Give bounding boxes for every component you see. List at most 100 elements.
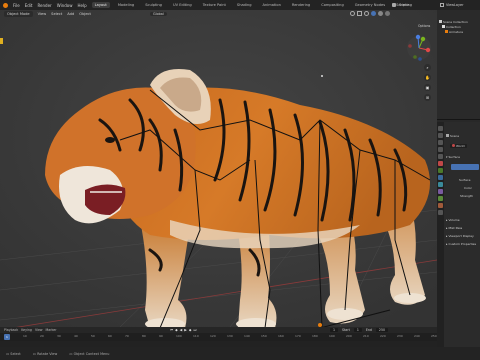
end-frame-field[interactable]: 250 bbox=[375, 328, 389, 332]
timeline-tick: 190 bbox=[329, 334, 335, 338]
status-context-menu: ▭ Object Context Menu bbox=[69, 352, 109, 356]
menu-window[interactable]: Window bbox=[57, 3, 73, 8]
timeline-tick: 220 bbox=[380, 334, 386, 338]
timeline-tick: 170 bbox=[295, 334, 301, 338]
timeline-tick: 90 bbox=[159, 334, 163, 338]
panel-mist-header[interactable]: ▸ Mist Pass bbox=[446, 226, 462, 230]
gizmo-z-icon[interactable] bbox=[415, 34, 421, 40]
constraints-tab-icon[interactable] bbox=[438, 189, 443, 194]
menu-select[interactable]: Select bbox=[51, 12, 62, 16]
menu-file[interactable]: File bbox=[13, 3, 20, 8]
prev-keyframe-icon[interactable]: ◆ bbox=[175, 328, 178, 332]
tab-layout[interactable]: Layout bbox=[91, 2, 110, 8]
transform-orientation[interactable]: Global bbox=[150, 11, 167, 17]
output-tab-icon[interactable] bbox=[438, 140, 443, 145]
panel-volume-header[interactable]: ▸ Volume bbox=[446, 218, 460, 222]
menu-add[interactable]: Add bbox=[67, 12, 74, 16]
armature-icon bbox=[445, 30, 448, 33]
tab-shading[interactable]: Shading bbox=[234, 2, 255, 8]
tab-sculpting[interactable]: Sculpting bbox=[142, 2, 165, 8]
jump-end-icon[interactable]: ⏭ bbox=[194, 328, 197, 332]
blender-logo-icon[interactable] bbox=[3, 2, 8, 8]
world-selector[interactable]: World bbox=[450, 144, 467, 148]
zoom-icon[interactable]: ⌕ bbox=[424, 64, 431, 71]
status-rotate-view: ▭ Rotate View bbox=[33, 352, 58, 356]
panel-custom-properties-header[interactable]: ▸ Custom Properties bbox=[446, 242, 476, 246]
outliner-row-collection[interactable]: Collection bbox=[442, 25, 461, 29]
tab-compositing[interactable]: Compositing bbox=[318, 2, 347, 8]
properties-editor[interactable]: Scene World ▾ Surface Surface Color Stre… bbox=[437, 122, 480, 347]
tool-tab-icon[interactable] bbox=[438, 126, 443, 131]
tab-geometry-nodes[interactable]: Geometry Nodes bbox=[352, 2, 388, 8]
options-menu[interactable]: Options bbox=[418, 24, 430, 28]
start-frame-field[interactable]: 1 bbox=[353, 328, 362, 332]
scene-breadcrumb: Scene bbox=[446, 134, 459, 138]
menu-help[interactable]: Help bbox=[77, 3, 86, 8]
tab-uv-editing[interactable]: UV Editing bbox=[170, 2, 195, 8]
view-layer-icon bbox=[440, 3, 444, 7]
shading-material-icon[interactable] bbox=[378, 11, 383, 16]
toolbar-collapsed-handle[interactable] bbox=[0, 38, 3, 44]
timeline-tick: 30 bbox=[57, 334, 61, 338]
3d-cursor[interactable] bbox=[321, 75, 323, 77]
menu-marker[interactable]: Marker bbox=[46, 328, 57, 332]
texture-tab-icon[interactable] bbox=[438, 210, 443, 215]
shading-solid-icon[interactable] bbox=[371, 11, 376, 16]
camera-view-icon[interactable]: ▣ bbox=[424, 84, 431, 91]
scene-selector[interactable]: Scene bbox=[392, 1, 409, 9]
physics-tab-icon[interactable] bbox=[438, 182, 443, 187]
panel-viewport-display-header[interactable]: ▸ Viewport Display bbox=[446, 234, 474, 238]
color-label: Color bbox=[464, 186, 472, 190]
perspective-toggle-icon[interactable]: ⊞ bbox=[424, 94, 431, 101]
playhead[interactable]: 1 bbox=[4, 334, 10, 340]
timeline-ruler[interactable]: 0102030405060708090100110120130140150160… bbox=[0, 333, 437, 341]
3d-viewport[interactable]: Object Mode View Select Add Object Globa… bbox=[0, 10, 437, 327]
start-frame-label: Start bbox=[342, 328, 350, 332]
tab-rendering[interactable]: Rendering bbox=[289, 2, 313, 8]
outliner[interactable]: Scene Collection Collection Armature bbox=[437, 10, 480, 120]
mode-selector[interactable]: Object Mode bbox=[4, 11, 33, 17]
tab-modeling[interactable]: Modeling bbox=[115, 2, 137, 8]
menu-playback[interactable]: Playback bbox=[4, 328, 18, 332]
view-layer-tab-icon[interactable] bbox=[438, 147, 443, 152]
tab-texture-paint[interactable]: Texture Paint bbox=[200, 2, 229, 8]
material-tab-icon[interactable] bbox=[438, 203, 443, 208]
menu-view[interactable]: View bbox=[38, 12, 47, 16]
timeline-tick: 110 bbox=[193, 334, 199, 338]
outliner-row-armature[interactable]: Armature bbox=[445, 30, 463, 34]
modifier-tab-icon[interactable] bbox=[438, 175, 443, 180]
data-tab-icon[interactable] bbox=[438, 196, 443, 201]
shading-rendered-icon[interactable] bbox=[385, 11, 390, 16]
outliner-row-scene-collection[interactable]: Scene Collection bbox=[439, 20, 468, 24]
world-tab-icon[interactable] bbox=[438, 161, 443, 166]
jump-start-icon[interactable]: ⏮ bbox=[170, 328, 173, 332]
menu-view[interactable]: View bbox=[35, 328, 43, 332]
next-keyframe-icon[interactable]: ◆ bbox=[189, 328, 192, 332]
play-icon[interactable]: ▶ bbox=[184, 328, 187, 332]
scene-tab-icon[interactable] bbox=[438, 154, 443, 159]
surface-shader-field[interactable] bbox=[451, 164, 479, 170]
pan-hand-icon[interactable]: ✋ bbox=[424, 74, 431, 81]
xray-icon[interactable] bbox=[357, 11, 362, 16]
tab-animation[interactable]: Animation bbox=[260, 2, 284, 8]
menu-edit[interactable]: Edit bbox=[25, 3, 33, 8]
menu-object[interactable]: Object bbox=[79, 12, 91, 16]
gizmo-y-icon[interactable] bbox=[420, 36, 426, 42]
render-tab-icon[interactable] bbox=[438, 133, 443, 138]
properties-tabs bbox=[437, 122, 444, 347]
navigation-gizmo[interactable] bbox=[404, 34, 434, 62]
shading-wire-icon[interactable] bbox=[364, 11, 369, 16]
viewport-scene bbox=[0, 10, 437, 327]
object-tab-icon[interactable] bbox=[438, 168, 443, 173]
overlay-icon[interactable] bbox=[350, 11, 355, 16]
gizmo-x-icon[interactable] bbox=[425, 47, 431, 53]
menu-render[interactable]: Render bbox=[37, 3, 51, 8]
timeline[interactable]: Playback Keying View Marker ⏮ ◆ ◀ ▶ ◆ ⏭ … bbox=[0, 327, 437, 347]
panel-surface-header[interactable]: ▾ Surface bbox=[446, 155, 460, 159]
menu-keying[interactable]: Keying bbox=[21, 328, 32, 332]
panel-mist-title: Mist Pass bbox=[448, 226, 463, 230]
view-layer-selector[interactable]: ViewLayer bbox=[440, 1, 464, 9]
current-frame-field[interactable]: 1 bbox=[330, 328, 339, 332]
timeline-tick: 230 bbox=[397, 334, 403, 338]
play-reverse-icon[interactable]: ◀ bbox=[180, 328, 183, 332]
